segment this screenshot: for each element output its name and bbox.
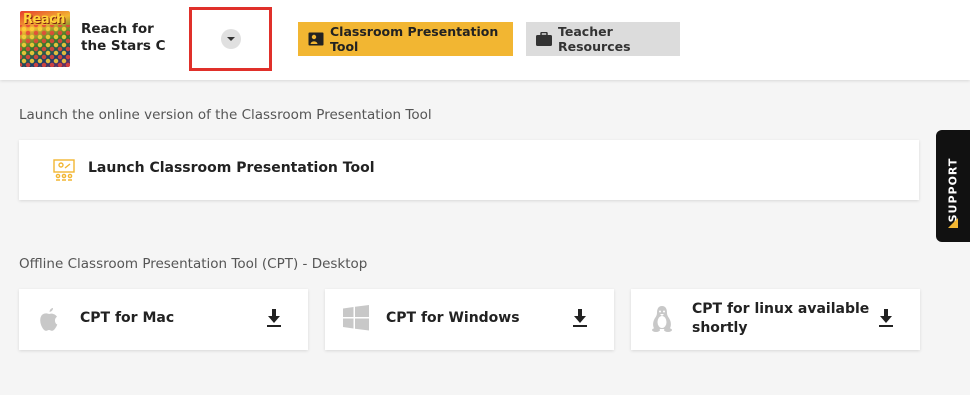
book-cover-image[interactable]: Reach — [20, 11, 70, 67]
book-cover-title: Reach — [23, 12, 66, 27]
book-cover-art — [20, 25, 70, 67]
download-cpt-windows[interactable]: CPT for Windows — [325, 289, 614, 350]
launch-cpt-button[interactable]: Launch Classroom Presentation Tool — [19, 140, 919, 200]
support-corner-icon — [948, 218, 958, 228]
top-bar: Reach Reach for the Stars C Classroom Pr… — [0, 0, 970, 80]
tab-classroom-presentation-tool[interactable]: Classroom Presentation Tool — [298, 22, 513, 56]
download-cpt-mac[interactable]: CPT for Mac — [19, 289, 308, 350]
windows-icon — [343, 305, 369, 335]
book-title: Reach for the Stars C — [81, 21, 166, 54]
apple-icon — [37, 305, 61, 337]
classroom-presentation-icon — [53, 159, 77, 185]
support-label: SUPPORT — [946, 157, 960, 223]
offline-section-label: Offline Classroom Presentation Tool (CPT… — [19, 256, 368, 272]
download-cpt-linux[interactable]: CPT for linux available shortly — [631, 289, 920, 350]
book-dropdown-button[interactable] — [221, 29, 241, 49]
support-tab[interactable]: SUPPORT — [936, 130, 970, 242]
launch-cpt-label: Launch Classroom Presentation Tool — [88, 160, 375, 176]
tab-label: Teacher Resources — [558, 24, 631, 54]
presenter-icon — [308, 32, 324, 46]
tab-teacher-resources[interactable]: Teacher Resources — [526, 22, 680, 56]
download-icon[interactable] — [266, 308, 282, 332]
download-label: CPT for linux available shortly — [692, 301, 870, 336]
online-section-label: Launch the online version of the Classro… — [19, 107, 432, 123]
download-icon[interactable] — [878, 308, 894, 332]
linux-icon — [649, 305, 675, 337]
briefcase-icon — [536, 32, 552, 46]
download-icon[interactable] — [572, 308, 588, 332]
download-label: CPT for Windows — [386, 310, 520, 326]
tab-label: Classroom Presentation Tool — [330, 24, 499, 54]
download-label: CPT for Mac — [80, 310, 175, 326]
